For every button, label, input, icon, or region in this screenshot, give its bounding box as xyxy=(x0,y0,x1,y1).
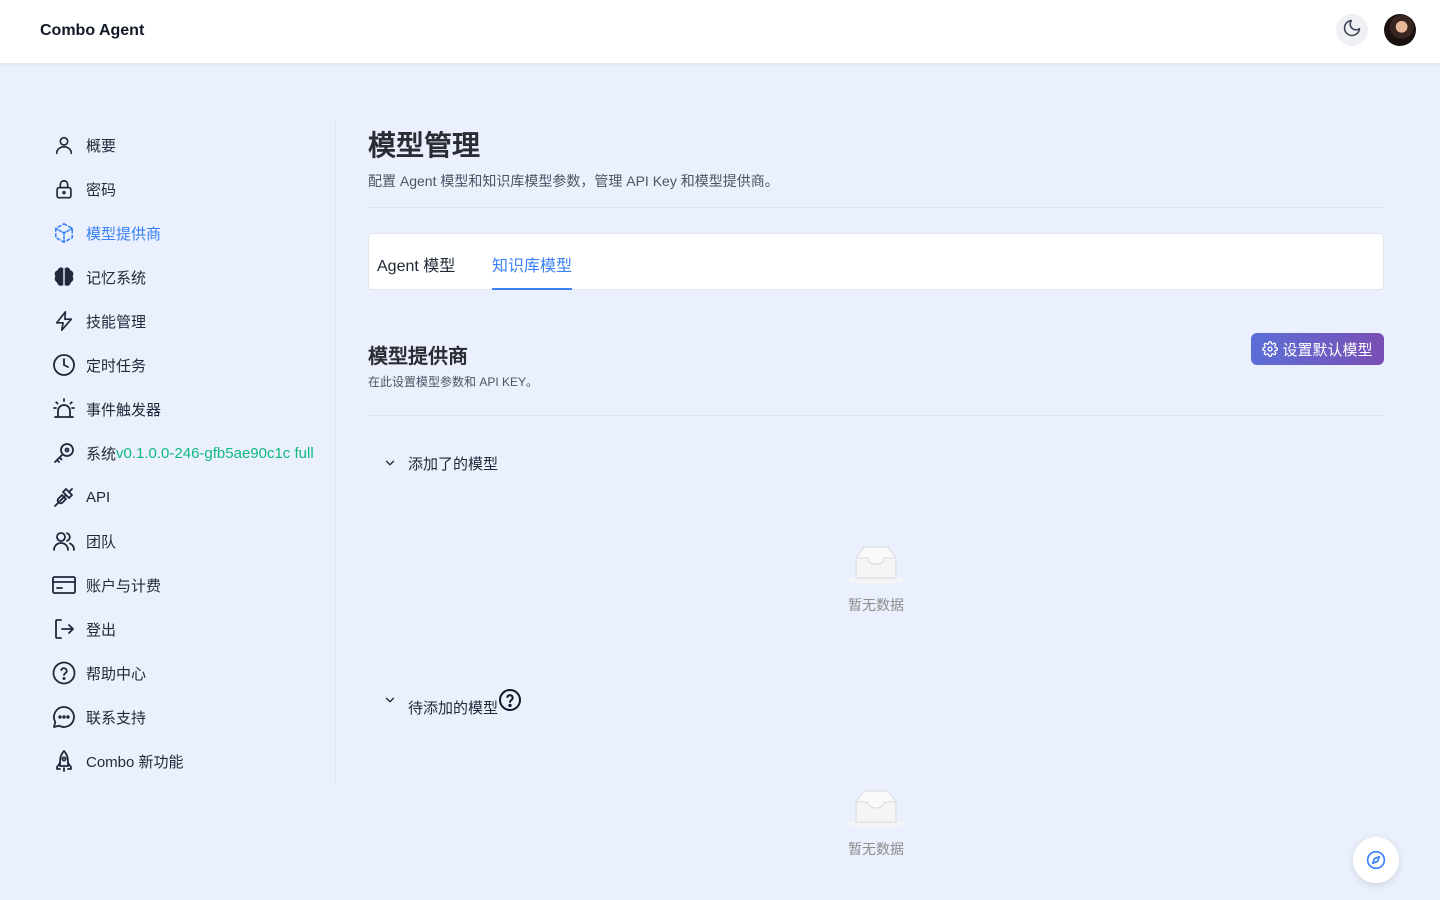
empty-text: 暂无数据 xyxy=(848,841,904,857)
sidebar-item-label: 技能管理 xyxy=(86,313,147,331)
empty-state: 暂无数据 xyxy=(826,544,926,615)
system-version: v0.1.0.0-246-gfb5ae90c1c full xyxy=(116,444,314,462)
sidebar-item-skills[interactable]: 技能管理 xyxy=(52,303,322,339)
chevron-down-icon xyxy=(380,690,400,710)
sidebar-item-label: 模型提供商 xyxy=(86,225,162,243)
chevron-down-icon xyxy=(380,453,400,473)
section-description: 在此设置模型参数和 API KEY。 xyxy=(368,375,539,389)
empty-inbox-icon xyxy=(844,788,908,833)
sidebar-item-label: Combo 新功能 xyxy=(86,753,184,771)
sidebar-item-label: 记忆系统 xyxy=(86,269,147,287)
set-default-model-label: 设置默认模型 xyxy=(1282,341,1373,359)
sidebar-item-label: 联系支持 xyxy=(86,709,147,727)
added-models-title: 添加了的模型 xyxy=(408,455,499,473)
page-title: 模型管理 xyxy=(368,130,481,161)
sidebar-item-label: API xyxy=(86,488,111,506)
clock-icon xyxy=(52,353,76,377)
sidebar-item-label: 帮助中心 xyxy=(86,665,147,683)
sidebar-item-model-providers[interactable]: 模型提供商 xyxy=(52,215,322,251)
key-icon xyxy=(52,441,76,465)
avatar[interactable] xyxy=(1384,14,1416,46)
sidebar-item-billing[interactable]: 账户与计费 xyxy=(52,567,322,603)
sidebar-item-label: 概要 xyxy=(86,137,117,155)
sidebar-item-label: 密码 xyxy=(86,181,117,199)
sidebar-item-system[interactable]: 系统 v0.1.0.0-246-gfb5ae90c1c full xyxy=(52,435,322,471)
top-bar: Combo Agent xyxy=(0,0,1440,64)
sidebar-item-overview[interactable]: 概要 xyxy=(52,127,322,163)
rocket-icon xyxy=(52,749,76,773)
sidebar-item-label: 团队 xyxy=(86,533,117,551)
app-title: Combo Agent xyxy=(40,22,145,39)
question-icon xyxy=(52,661,76,685)
divider xyxy=(368,207,1384,208)
tab-bar: Agent 模型 知识库模型 xyxy=(368,233,1384,290)
moon-icon xyxy=(1342,18,1362,43)
sidebar-item-scheduled-tasks[interactable]: 定时任务 xyxy=(52,347,322,383)
set-default-model-button[interactable]: 设置默认模型 xyxy=(1251,333,1384,365)
sidebar-item-event-triggers[interactable]: 事件触发器 xyxy=(52,391,322,427)
cube-icon xyxy=(52,221,76,245)
sidebar-item-help-center[interactable]: 帮助中心 xyxy=(52,655,322,691)
brain-icon xyxy=(52,265,76,289)
tab-knowledge-base-model[interactable]: 知识库模型 xyxy=(492,252,573,290)
tab-agent-model[interactable]: Agent 模型 xyxy=(377,252,455,290)
sidebar-item-team[interactable]: 团队 xyxy=(52,523,322,559)
sidebar-item-password[interactable]: 密码 xyxy=(52,171,322,207)
sidebar-item-api[interactable]: API xyxy=(52,479,322,515)
added-models-header[interactable]: 添加了的模型 xyxy=(380,450,498,476)
sidebar-item-whats-new[interactable]: Combo 新功能 xyxy=(52,743,322,779)
sidebar-item-label: 事件触发器 xyxy=(86,401,162,419)
alarm-icon xyxy=(52,397,76,421)
sidebar-item-label: 系统 xyxy=(86,445,117,463)
lock-icon xyxy=(52,177,76,201)
sidebar-item-label: 登出 xyxy=(86,621,117,639)
section-title: 模型提供商 xyxy=(368,346,468,368)
divider xyxy=(368,415,1384,416)
sidebar-item-memory[interactable]: 记忆系统 xyxy=(52,259,322,295)
sidebar-item-label: 定时任务 xyxy=(86,357,147,375)
user-icon xyxy=(52,133,76,157)
gear-icon xyxy=(1262,341,1279,357)
sidebar-item-logout[interactable]: 登出 xyxy=(52,611,322,647)
explore-fab[interactable] xyxy=(1353,837,1399,883)
empty-text: 暂无数据 xyxy=(848,597,904,613)
pending-models-title: 待添加的模型 xyxy=(408,699,499,717)
logout-icon xyxy=(52,617,76,641)
sidebar-item-contact-support[interactable]: 联系支持 xyxy=(52,699,322,735)
help-icon[interactable] xyxy=(498,688,522,712)
plug-icon xyxy=(52,485,76,509)
pending-models-header[interactable]: 待添加的模型 xyxy=(380,688,522,717)
lightning-icon xyxy=(52,309,76,333)
chat-icon xyxy=(52,705,76,729)
credit-card-icon xyxy=(52,573,76,597)
sidebar-item-label: 账户与计费 xyxy=(86,577,162,595)
empty-state: 暂无数据 xyxy=(826,788,926,859)
sidebar: 概要 密码 模型提供商 记忆系统 技能管理 定时任务 事件触发器 系统 v0.1… xyxy=(40,120,336,784)
empty-inbox-icon xyxy=(844,544,908,589)
compass-icon xyxy=(1366,850,1386,870)
page-description: 配置 Agent 模型和知识库模型参数，管理 API Key 和模型提供商。 xyxy=(368,173,779,189)
theme-toggle-button[interactable] xyxy=(1336,14,1368,46)
users-icon xyxy=(52,529,76,553)
